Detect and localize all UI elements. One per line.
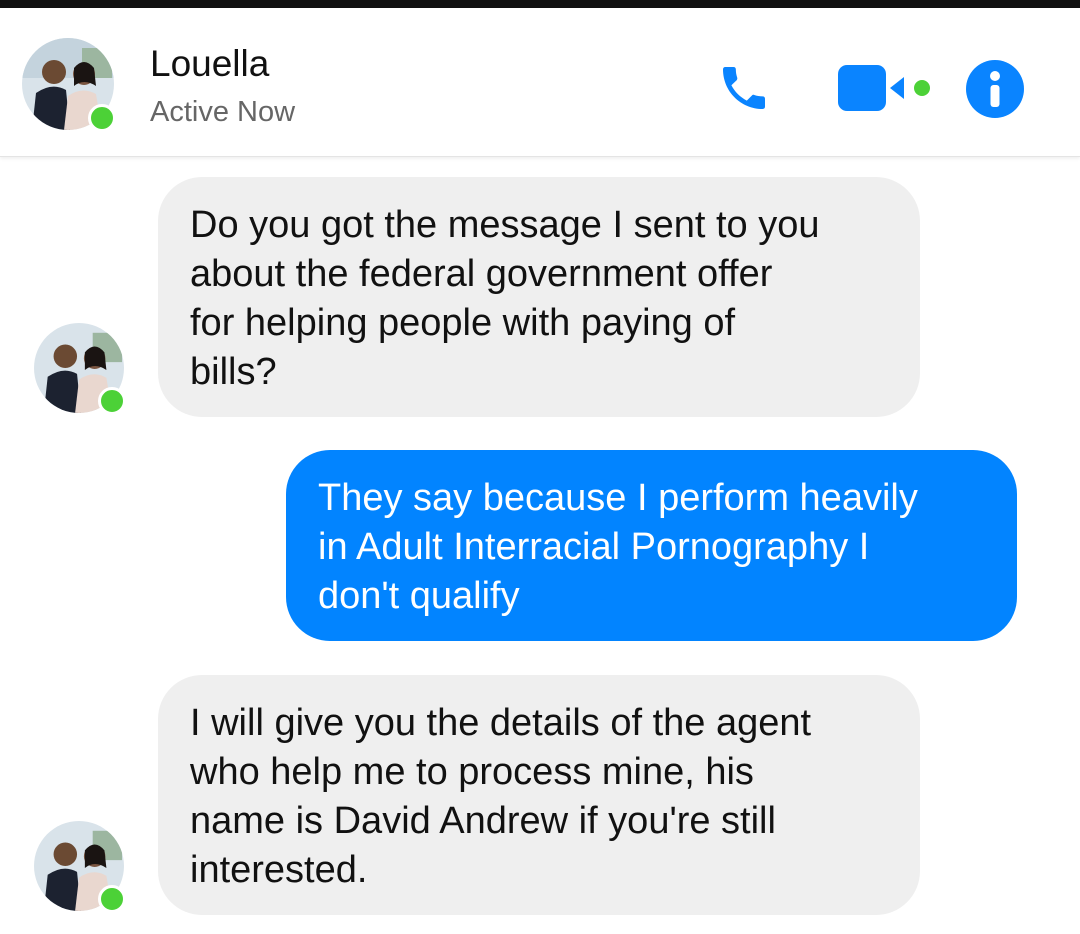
info-icon[interactable] [966,60,1024,118]
message-thread[interactable]: Do you got the message I sent to you abo… [0,117,1080,934]
contact-name[interactable]: Louella [150,43,269,85]
online-status-dot [88,104,116,132]
phone-icon[interactable] [716,60,772,116]
message-avatar[interactable] [34,323,126,415]
contact-avatar[interactable] [22,38,116,132]
message-bubble-incoming[interactable]: I will give you the details of the agent… [158,675,920,915]
message-bubble-incoming[interactable]: Do you got the message I sent to you abo… [158,177,920,417]
contact-status: Active Now [150,96,296,128]
message-avatar[interactable] [34,821,126,913]
message-bubble-outgoing[interactable]: They say because I perform heavily in Ad… [286,450,1017,641]
video-camera-icon[interactable] [838,65,934,111]
chat-header: Louella Active Now [0,8,1080,157]
online-status-dot [98,387,126,415]
online-status-dot [98,885,126,913]
status-bar-strip [0,0,1080,8]
